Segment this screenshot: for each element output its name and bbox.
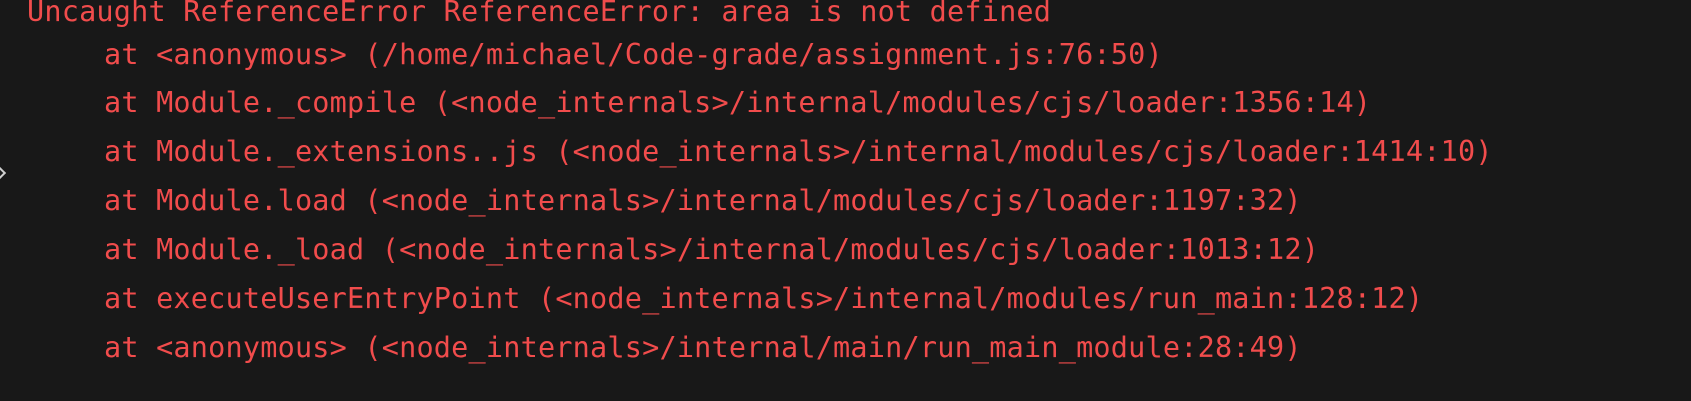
stack-frame[interactable]: at Module._load (<node_internals>/intern… — [104, 230, 1319, 270]
stack-frame[interactable]: at <anonymous> (<node_internals>/interna… — [104, 328, 1302, 368]
stack-frame[interactable]: at Module._extensions..js (<node_interna… — [104, 132, 1493, 172]
debug-console-output: Uncaught ReferenceError ReferenceError: … — [0, 0, 1691, 401]
stack-frame[interactable]: at Module.load (<node_internals>/interna… — [104, 181, 1302, 221]
chevron-right-icon[interactable] — [0, 165, 7, 181]
error-message: Uncaught ReferenceError ReferenceError: … — [27, 0, 1052, 28]
stack-frame[interactable]: at executeUserEntryPoint (<node_internal… — [104, 279, 1423, 319]
stack-frame[interactable]: at <anonymous> (/home/michael/Code-grade… — [104, 35, 1163, 75]
stack-frame[interactable]: at Module._compile (<node_internals>/int… — [104, 83, 1371, 123]
